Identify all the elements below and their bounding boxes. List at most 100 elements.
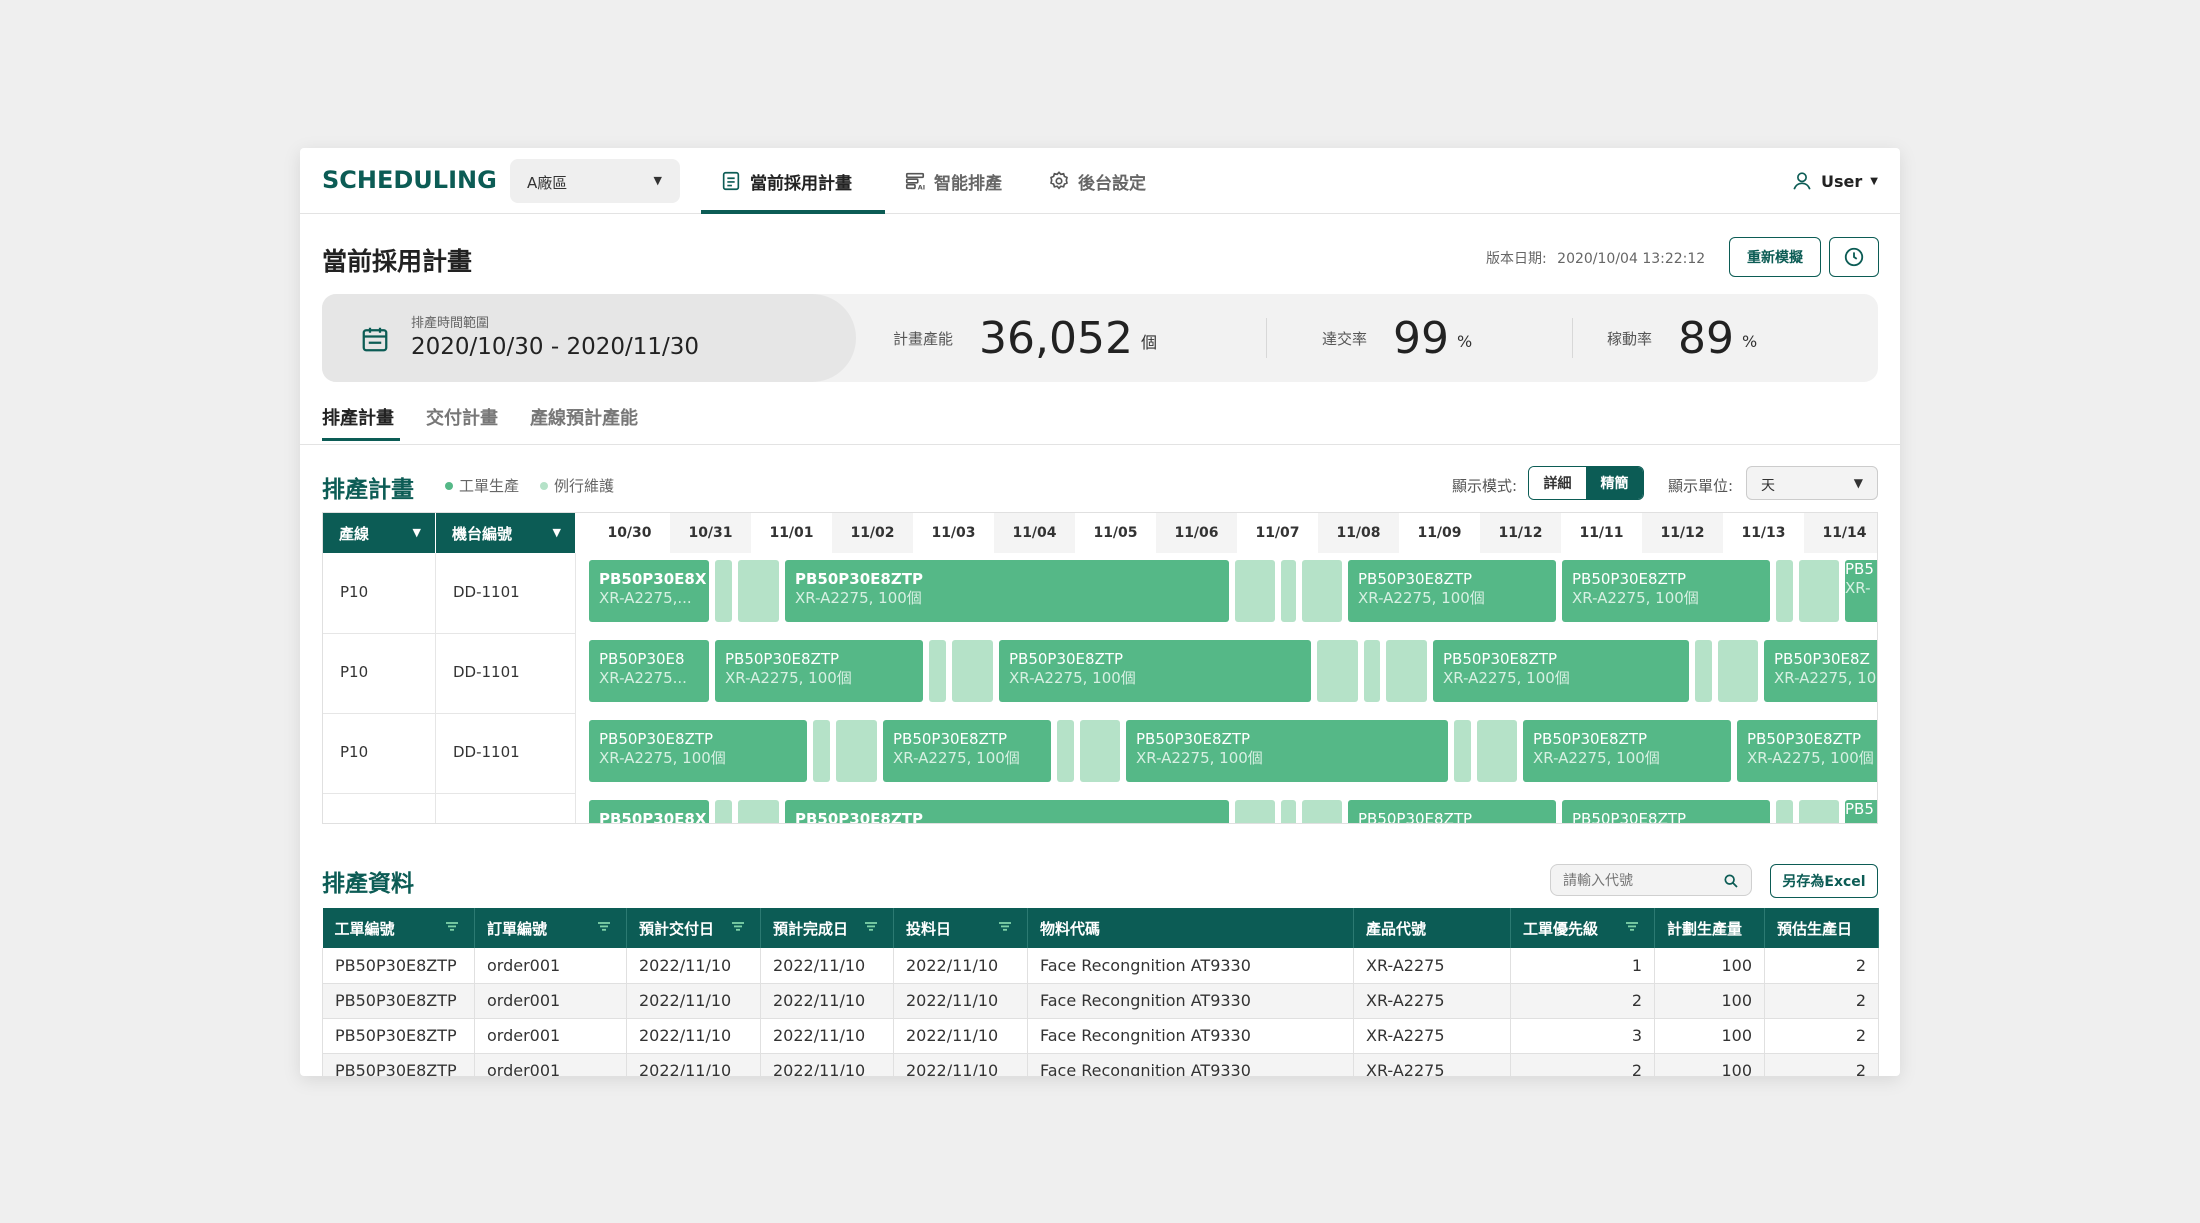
- gantt-bar-work-order[interactable]: PB50P30E8ZTP: [1348, 800, 1556, 823]
- gantt-bar-order-id: PB50P30E8X: [599, 570, 707, 588]
- history-button[interactable]: [1829, 237, 1879, 277]
- gantt-bar-maintenance[interactable]: [1302, 560, 1342, 622]
- metric-value: 36,052: [979, 312, 1133, 364]
- gantt-bar-work-order[interactable]: PB50P30E8ZTP XR-A2275, 100個: [999, 640, 1311, 702]
- gantt-bar-maintenance[interactable]: [1386, 640, 1427, 702]
- gantt-bar-maintenance[interactable]: [836, 720, 877, 782]
- gantt-bar-work-order[interactable]: PB50P30E8ZTP XR-A2275, 100個: [883, 720, 1051, 782]
- gantt-bar-maintenance[interactable]: [1364, 640, 1380, 702]
- gantt-bar-work-order[interactable]: PB50P30E8ZTP: [1562, 800, 1770, 823]
- nav-tab-smart-scheduling[interactable]: AI 智能排產: [904, 148, 1002, 214]
- table-row[interactable]: PB50P30E8ZTP order001 2022/11/10 2022/11/10…: [322, 1018, 1879, 1054]
- gantt-bar-maintenance[interactable]: [1799, 560, 1839, 622]
- table-column-header[interactable]: 工單優先級: [1510, 908, 1655, 948]
- gantt-bar-maintenance[interactable]: [1281, 560, 1296, 622]
- gantt-date-header: 10/30: [607, 525, 652, 541]
- gantt-bar-work-order[interactable]: PB50P30E8Z XR-A2275, 10: [1764, 640, 1877, 702]
- tab-line-capacity[interactable]: 產線預計產能: [530, 404, 638, 430]
- gantt-bar-maintenance[interactable]: [1235, 560, 1275, 622]
- gantt-bar-work-order[interactable]: PB5: [1845, 800, 1877, 823]
- gantt-bar-work-order[interactable]: PB50P30E8ZTP XR-A2275, 100個: [1737, 720, 1877, 782]
- user-menu[interactable]: User ▼: [1791, 170, 1878, 192]
- gantt-bar-maintenance[interactable]: [1281, 800, 1296, 823]
- export-excel-button[interactable]: 另存為Excel: [1770, 864, 1878, 898]
- search-input[interactable]: [1563, 871, 1723, 891]
- gantt-bar-work-order[interactable]: PB50P30E8ZTP XR-A2275, 100個: [785, 560, 1229, 622]
- table-row[interactable]: PB50P30E8ZTP order001 2022/11/10 2022/11/10…: [322, 1053, 1879, 1076]
- display-unit-select[interactable]: 天 ▼: [1746, 466, 1878, 500]
- gantt-bar-maintenance[interactable]: [1302, 800, 1342, 823]
- gantt-bar-work-order[interactable]: PB50P30E8ZTP XR-A2275, 100個: [1433, 640, 1689, 702]
- table-column-header[interactable]: 預計完成日: [760, 908, 894, 948]
- table-cell: 2022/11/10: [760, 983, 894, 1019]
- table-column-header[interactable]: 訂單編號: [474, 908, 627, 948]
- table-column-header[interactable]: 投料日: [893, 908, 1028, 948]
- column-header-label: 產線: [339, 524, 370, 543]
- gantt-bar-maintenance[interactable]: [1454, 720, 1471, 782]
- gantt-bar-work-order[interactable]: PB50P30E8ZTP XR-A2275, 100個: [715, 640, 923, 702]
- tab-delivery-plan[interactable]: 交付計畫: [426, 404, 498, 430]
- mode-detailed-button[interactable]: 詳細: [1529, 467, 1586, 499]
- gantt-bar-work-order[interactable]: PB5 XR-: [1845, 560, 1877, 622]
- sort-icon[interactable]: [997, 920, 1013, 936]
- tab-production-plan[interactable]: 排產計畫: [322, 404, 394, 430]
- mode-compact-button[interactable]: 精簡: [1586, 467, 1643, 499]
- gantt-bar-work-order[interactable]: PB50P30E8 XR-A2275...: [589, 640, 709, 702]
- gantt-bar-maintenance[interactable]: [1235, 800, 1275, 823]
- column-header-label: 機台編號: [452, 524, 513, 543]
- date-range-card[interactable]: 排產時間範圍 2020/10/30 - 2020/11/30: [322, 294, 856, 382]
- table-row[interactable]: PB50P30E8ZTP order001 2022/11/10 2022/11/10…: [322, 983, 1879, 1019]
- gantt-bar-maintenance[interactable]: [1080, 720, 1120, 782]
- search-icon[interactable]: [1723, 873, 1739, 889]
- sort-icon[interactable]: [596, 920, 612, 936]
- gantt-bar-work-order[interactable]: PB50P30E8ZTP XR-A2275, 100個: [1562, 560, 1770, 622]
- table-cell: order001: [474, 1018, 627, 1054]
- sort-icon[interactable]: [444, 920, 460, 936]
- gantt-bar-work-order[interactable]: PB50P30E8ZTP: [785, 800, 1229, 823]
- metric-utilization: 稼動率 89 %: [1607, 294, 1757, 382]
- gantt-bar-maintenance[interactable]: [715, 800, 732, 823]
- gantt-bar-maintenance[interactable]: [1317, 640, 1358, 702]
- caret-down-icon: ▼: [1853, 476, 1863, 490]
- gantt-bar-maintenance[interactable]: [738, 800, 779, 823]
- table-column-header[interactable]: 預計交付日: [626, 908, 761, 948]
- gantt-bar-maintenance[interactable]: [1799, 800, 1839, 823]
- gantt-bar-maintenance[interactable]: [1776, 800, 1793, 823]
- grid-line: [323, 633, 575, 634]
- nav-tab-backend-settings[interactable]: 後台設定: [1048, 148, 1146, 214]
- table-row[interactable]: PB50P30E8ZTP order001 2022/11/10 2022/11/10…: [322, 948, 1879, 984]
- gantt-bar-maintenance[interactable]: [929, 640, 946, 702]
- gantt-col-machine[interactable]: 機台編號 ▼: [436, 513, 575, 553]
- gantt-bar-maintenance[interactable]: [1477, 720, 1517, 782]
- sort-icon[interactable]: [863, 920, 879, 936]
- gantt-bar-maintenance[interactable]: [1718, 640, 1758, 702]
- display-unit-value: 天: [1761, 478, 1775, 494]
- metric-divider: [1266, 318, 1267, 358]
- gantt-bar-maintenance[interactable]: [813, 720, 830, 782]
- gantt-bar-maintenance[interactable]: [1057, 720, 1074, 782]
- gantt-bar-maintenance[interactable]: [715, 560, 732, 622]
- gantt-bar-work-order[interactable]: PB50P30E8ZTP XR-A2275, 100個: [1523, 720, 1731, 782]
- gantt-bar-work-order[interactable]: PB50P30E8ZTP XR-A2275, 100個: [1348, 560, 1556, 622]
- gantt-bar-work-order[interactable]: PB50P30E8X: [589, 800, 709, 823]
- gantt-bar-maintenance[interactable]: [1695, 640, 1712, 702]
- resimulate-button[interactable]: 重新模擬: [1729, 237, 1821, 277]
- nav-tab-current-plan[interactable]: 當前採用計畫: [720, 148, 852, 214]
- sort-icon[interactable]: [730, 920, 746, 936]
- gantt-bar-maintenance[interactable]: [738, 560, 779, 622]
- table-column-header: 預估生產日: [1764, 908, 1879, 948]
- gantt-bar-product-qty: XR-A2275...: [599, 669, 687, 687]
- gantt-bar-work-order[interactable]: PB50P30E8ZTP XR-A2275, 100個: [589, 720, 807, 782]
- factory-select[interactable]: A廠區 ▼: [510, 159, 680, 203]
- gantt-bar-work-order[interactable]: PB50P30E8X XR-A2275,...: [589, 560, 709, 622]
- user-icon: [1793, 172, 1811, 190]
- sort-icon[interactable]: [1624, 920, 1640, 936]
- caret-down-icon: ▼: [412, 526, 421, 539]
- table-column-header[interactable]: 工單編號: [322, 908, 475, 948]
- gantt-bar-maintenance[interactable]: [1776, 560, 1793, 622]
- caret-down-icon: ▼: [1870, 175, 1878, 187]
- gantt-bar-maintenance[interactable]: [952, 640, 993, 702]
- gantt-col-line[interactable]: 產線 ▼: [323, 513, 435, 553]
- gantt-bar-work-order[interactable]: PB50P30E8ZTP XR-A2275, 100個: [1126, 720, 1448, 782]
- table-cell: 2: [1764, 1018, 1879, 1054]
